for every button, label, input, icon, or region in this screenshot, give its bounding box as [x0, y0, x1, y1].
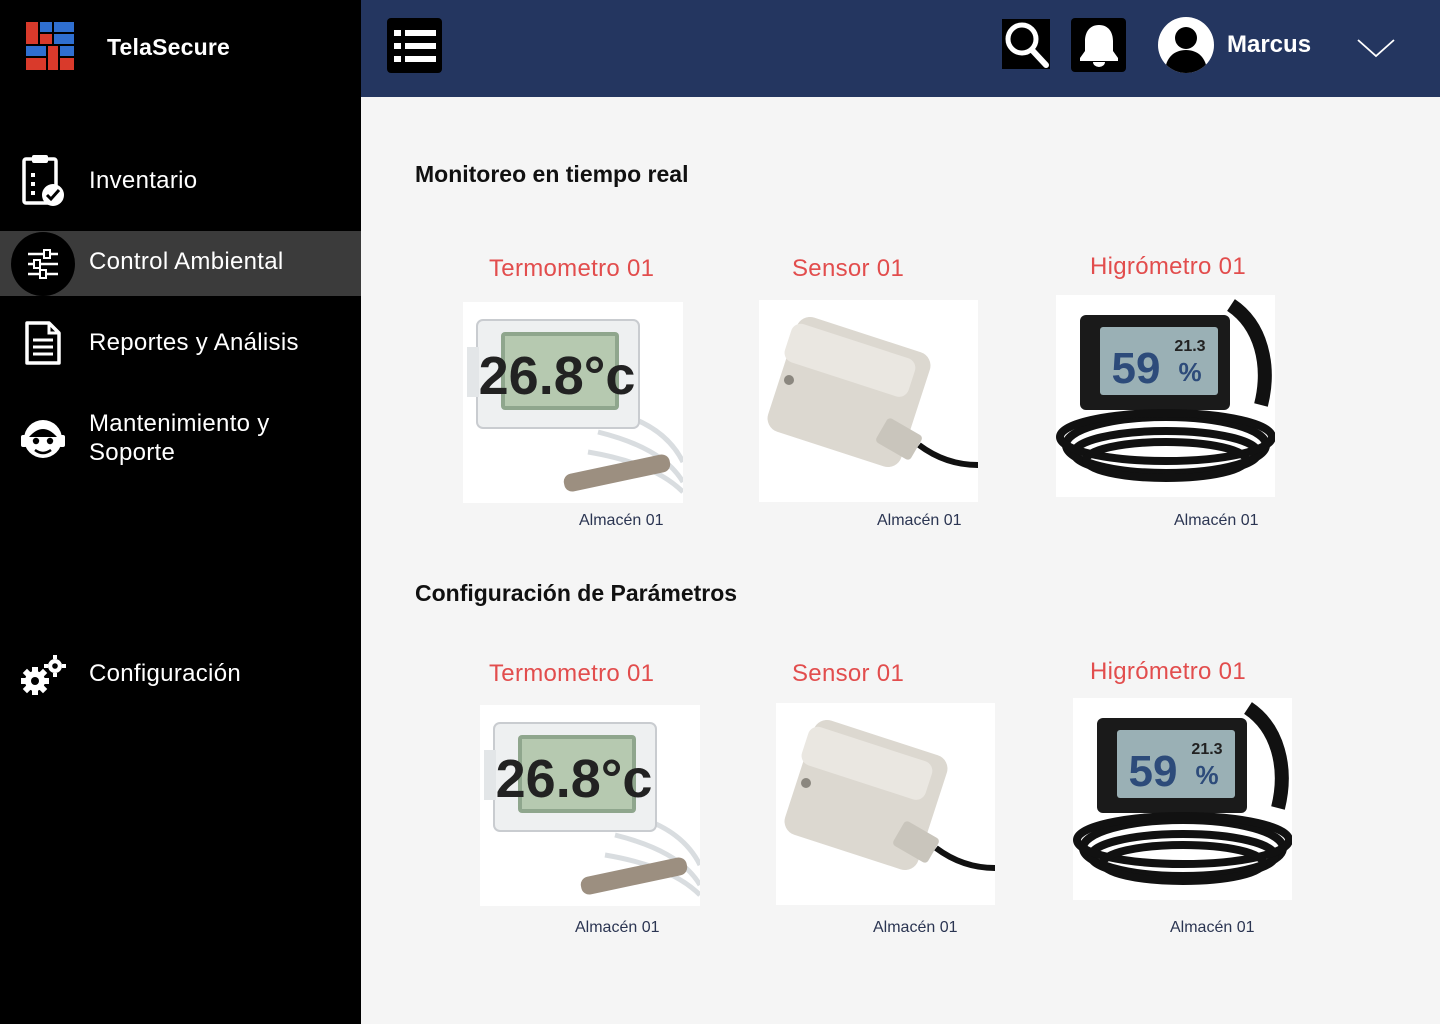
brand[interactable]: TelaSecure: [26, 22, 230, 70]
avatar[interactable]: [1158, 17, 1214, 73]
device-location: Almacén 01: [579, 512, 664, 529]
sidebar-item-mantenimiento[interactable]: Mantenimiento y Soporte: [0, 404, 361, 474]
device-location: Almacén 01: [1170, 919, 1255, 936]
search-button[interactable]: [1002, 19, 1050, 69]
device-title: Sensor 01: [792, 660, 905, 687]
hygrometer-image: 59 21.3 %: [1056, 295, 1275, 497]
hygrometer-unit: %: [1195, 760, 1218, 790]
sidebar-item-label: Control Ambiental: [89, 248, 284, 275]
device-title: Termometro 01: [489, 660, 655, 687]
device-location: Almacén 01: [877, 512, 962, 529]
device-title: Higrómetro 01: [1090, 658, 1246, 685]
device-title: Higrómetro 01: [1090, 253, 1246, 280]
sidebar-item-label: Configuración: [89, 660, 241, 687]
document-icon: [14, 314, 72, 372]
chevron-down-icon[interactable]: [1356, 36, 1396, 60]
sidebar-item-inventario[interactable]: Inventario: [0, 150, 361, 210]
device-title: Termometro 01: [489, 255, 655, 282]
section-title-config: Configuración de Parámetros: [415, 580, 738, 606]
sensor-image: [776, 703, 995, 905]
notifications-button[interactable]: [1071, 18, 1126, 72]
clipboard-check-icon: [14, 151, 72, 209]
hygrometer-unit: %: [1178, 357, 1201, 387]
sidebar-item-label: Mantenimiento y Soporte: [89, 410, 270, 466]
device-location: Almacén 01: [873, 919, 958, 936]
search-icon: [1005, 22, 1049, 68]
thermometer-image: 26.8°c: [480, 705, 700, 906]
hygrometer-image: 59 21.3 %: [1073, 698, 1292, 900]
thermometer-image: 26.8°c: [463, 302, 683, 503]
sidebar-item-label: Inventario: [89, 167, 198, 194]
support-agent-icon: [14, 410, 72, 468]
hygrometer-humidity-readout: 59: [1129, 747, 1178, 796]
sidebar-item-reportes[interactable]: Reportes y Análisis: [0, 312, 361, 374]
sliders-icon: [11, 231, 75, 296]
sidebar-item-label: Reportes y Análisis: [89, 329, 299, 356]
bell-icon: [1079, 25, 1118, 67]
hygrometer-humidity-readout: 59: [1112, 344, 1161, 393]
device-title: Sensor 01: [792, 255, 905, 282]
hygrometer-temp-readout: 21.3: [1191, 741, 1222, 758]
thermometer-readout: 26.8°c: [479, 346, 636, 406]
sidebar-item-control-ambiental[interactable]: Control Ambiental: [0, 231, 361, 296]
topbar: Marcus: [361, 0, 1440, 97]
gears-icon: [14, 646, 72, 704]
telasecure-logo: [26, 22, 74, 70]
section-title-monitoring: Monitoreo en tiempo real: [415, 161, 689, 187]
device-location: Almacén 01: [1174, 512, 1259, 529]
thermometer-readout: 26.8°c: [496, 749, 653, 809]
hygrometer-temp-readout: 21.3: [1174, 338, 1205, 355]
sensor-image: [759, 300, 978, 502]
sidebar-item-configuracion[interactable]: Configuración: [0, 645, 361, 705]
brand-name: TelaSecure: [107, 34, 231, 60]
user-name[interactable]: Marcus: [1227, 31, 1311, 59]
menu-icon: [393, 29, 436, 62]
menu-button[interactable]: [387, 18, 442, 73]
device-location: Almacén 01: [575, 919, 660, 936]
sidebar: TelaSecure Inventario Control Ambiental …: [0, 0, 361, 1024]
